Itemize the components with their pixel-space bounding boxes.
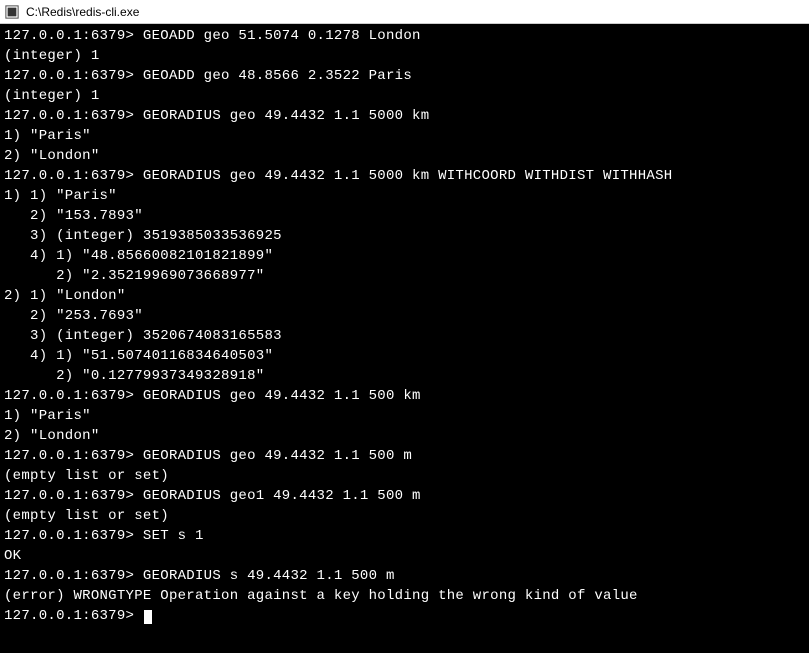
- title-bar[interactable]: C:\Redis\redis-cli.exe: [0, 0, 809, 24]
- cursor: [144, 610, 152, 624]
- application-icon: [4, 4, 20, 20]
- title-bar-text: C:\Redis\redis-cli.exe: [26, 5, 139, 19]
- terminal-line: 2) "London": [4, 146, 805, 166]
- terminal-line: (integer) 1: [4, 46, 805, 66]
- terminal-line: 127.0.0.1:6379> SET s 1: [4, 526, 805, 546]
- terminal-line: 127.0.0.1:6379>: [4, 606, 805, 626]
- terminal-line: OK: [4, 546, 805, 566]
- terminal-line: 127.0.0.1:6379> GEORADIUS geo 49.4432 1.…: [4, 166, 805, 186]
- terminal-line: 1) "Paris": [4, 126, 805, 146]
- terminal-line: 127.0.0.1:6379> GEOADD geo 51.5074 0.127…: [4, 26, 805, 46]
- terminal-line: 2) 1) "London": [4, 286, 805, 306]
- terminal-line: 2) "153.7893": [4, 206, 805, 226]
- terminal-line: 3) (integer) 3519385033536925: [4, 226, 805, 246]
- terminal-line: (empty list or set): [4, 506, 805, 526]
- terminal-line: 2) "0.12779937349328918": [4, 366, 805, 386]
- terminal-line: 127.0.0.1:6379> GEORADIUS geo 49.4432 1.…: [4, 106, 805, 126]
- terminal-line: 127.0.0.1:6379> GEOADD geo 48.8566 2.352…: [4, 66, 805, 86]
- terminal-line: 3) (integer) 3520674083165583: [4, 326, 805, 346]
- terminal-line: 1) 1) "Paris": [4, 186, 805, 206]
- terminal-line: 127.0.0.1:6379> GEORADIUS geo1 49.4432 1…: [4, 486, 805, 506]
- terminal-line: 127.0.0.1:6379> GEORADIUS geo 49.4432 1.…: [4, 386, 805, 406]
- terminal-line: 127.0.0.1:6379> GEORADIUS s 49.4432 1.1 …: [4, 566, 805, 586]
- terminal-window: C:\Redis\redis-cli.exe 127.0.0.1:6379> G…: [0, 0, 809, 653]
- terminal-line: 2) "253.7693": [4, 306, 805, 326]
- terminal-line: 2) "London": [4, 426, 805, 446]
- terminal-line: 127.0.0.1:6379> GEORADIUS geo 49.4432 1.…: [4, 446, 805, 466]
- terminal-line: 2) "2.35219969073668977": [4, 266, 805, 286]
- terminal-output[interactable]: 127.0.0.1:6379> GEOADD geo 51.5074 0.127…: [0, 24, 809, 653]
- terminal-line: (integer) 1: [4, 86, 805, 106]
- terminal-line: (error) WRONGTYPE Operation against a ke…: [4, 586, 805, 606]
- terminal-line: 4) 1) "51.50740116834640503": [4, 346, 805, 366]
- terminal-line: 1) "Paris": [4, 406, 805, 426]
- terminal-line: 4) 1) "48.85660082101821899": [4, 246, 805, 266]
- terminal-line: (empty list or set): [4, 466, 805, 486]
